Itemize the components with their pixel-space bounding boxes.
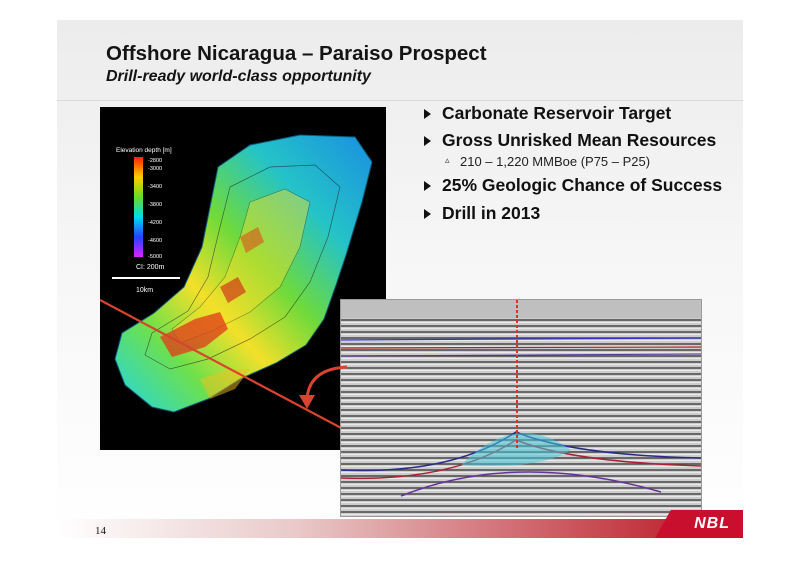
bullet-item: 25% Geologic Chance of Success [422,176,742,194]
page-subtitle: Drill-ready world-class opportunity [106,68,371,85]
bullet-text: 25% Geologic Chance of Success [442,175,723,195]
legend-tick: -4600 [148,238,162,244]
legend-tick: -3400 [148,184,162,190]
bullet-item: Carbonate Reservoir Target [422,104,742,122]
sub-bullet-text: 210 – 1,220 MMBoe (P75 – P25) [460,154,651,169]
bullet-item: Drill in 2013 [422,204,742,222]
legend-tick: -5000 [148,254,162,260]
bullet-text: Carbonate Reservoir Target [442,103,672,123]
legend-tick: -3800 [148,202,162,208]
seismic-section-image [340,299,702,517]
sub-bullet-item: ▵ 210 – 1,220 MMBoe (P75 – P25) [422,154,742,169]
bullet-arrow-icon [424,109,431,119]
footer-bar [57,519,743,538]
bullet-text: Drill in 2013 [442,203,541,223]
slide: Offshore Nicaragua – Paraiso Prospect Dr… [57,20,743,538]
bullet-arrow-icon [424,209,431,219]
bullet-arrow-icon [424,181,431,191]
scale-bar-label: 10km [136,287,153,294]
bullet-text: Gross Unrisked Mean Resources [442,130,717,150]
bullet-arrow-icon [424,136,431,146]
contour-interval-label: CI: 200m [136,264,165,271]
seismic-graphic [340,300,702,516]
bullet-item: Gross Unrisked Mean Resources [422,131,742,149]
curved-arrow-icon [299,365,348,409]
legend-title: Elevation depth [m] [116,147,172,154]
page-title: Offshore Nicaragua – Paraiso Prospect [106,42,487,65]
sub-bullet-icon: ▵ [445,155,450,165]
legend-tick: -4200 [148,220,162,226]
legend-tick: -3000 [148,166,162,172]
page-number: 14 [95,525,106,537]
bullet-list: Carbonate Reservoir Target Gross Unriske… [422,104,742,222]
legend-tick: -2800 [148,158,162,164]
header-divider [57,100,743,101]
